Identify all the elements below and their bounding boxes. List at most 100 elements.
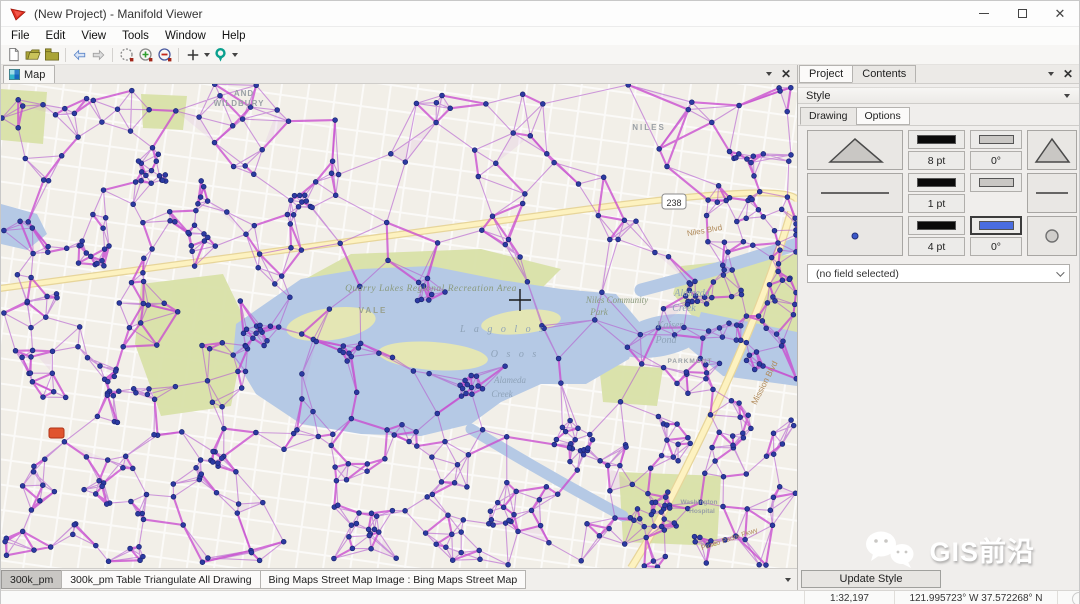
- maximize-button[interactable]: [1003, 1, 1041, 26]
- open-project-button[interactable]: [23, 46, 42, 64]
- toolbar-separator: [65, 47, 66, 62]
- line-sample-icon: [821, 192, 889, 194]
- field-selector-dropdown[interactable]: (no field selected): [807, 264, 1070, 283]
- zoom-box-button[interactable]: [117, 46, 136, 64]
- new-file-icon: [9, 47, 19, 62]
- point-stroke-color-button[interactable]: [908, 216, 965, 235]
- point-style-button[interactable]: [807, 216, 903, 256]
- tab-contents-label: Contents: [862, 68, 907, 80]
- menu-tools[interactable]: Tools: [114, 29, 157, 43]
- map-canvas[interactable]: 238 AND WILDBURY NILES VALE Quarry Lakes Regi…: [1, 84, 797, 568]
- area-rotation-button[interactable]: 0°: [970, 151, 1022, 170]
- area-stroke-color-button[interactable]: [908, 130, 965, 149]
- subtab-options-label: Options: [864, 110, 901, 122]
- zoom-in-icon: [138, 47, 152, 61]
- close-button[interactable]: ✕: [1041, 1, 1079, 26]
- area-preview-button[interactable]: [1027, 130, 1077, 170]
- panel-empty-space: [798, 283, 1079, 568]
- forward-button[interactable]: [89, 46, 108, 64]
- locate-dropdown[interactable]: [230, 46, 239, 64]
- layer-tab-bing[interactable]: Bing Maps Street Map Image : Bing Maps S…: [259, 570, 527, 589]
- point-stroke-swatch: [917, 221, 956, 230]
- svg-text:238: 238: [666, 198, 681, 208]
- point-size-button[interactable]: 4 pt: [908, 237, 965, 256]
- menu-view[interactable]: View: [73, 29, 114, 43]
- menu-file[interactable]: File: [3, 29, 38, 43]
- zoom-out-icon: [157, 47, 171, 61]
- line-rotation-placeholder: [970, 194, 1022, 213]
- maximize-icon: [1017, 9, 1027, 18]
- tab-project[interactable]: Project: [799, 65, 854, 83]
- point-fill-swatch: [978, 221, 1014, 230]
- layer-tab-triangulate[interactable]: 300k_pm Table Triangulate All Drawing: [61, 570, 261, 589]
- line-size-button[interactable]: 1 pt: [908, 194, 965, 213]
- layer-tab-label: Bing Maps Street Map Image : Bing Maps S…: [268, 573, 518, 586]
- line-style-button[interactable]: [807, 173, 903, 213]
- forward-arrow-icon: [92, 49, 105, 60]
- locate-button[interactable]: [211, 46, 230, 64]
- zoom-out-button[interactable]: [155, 46, 174, 64]
- toolbar-separator: [112, 47, 113, 62]
- layer-tab-300k-pm[interactable]: 300k_pm: [1, 570, 63, 589]
- watermark-ring-icon: [1072, 592, 1079, 604]
- map-panel: Map ✕ 238 AND WILDBURY NILES VALE Quarry Lake…: [1, 65, 798, 590]
- point-preview-button[interactable]: [1027, 216, 1077, 256]
- subtab-options[interactable]: Options: [855, 107, 910, 125]
- area-fill-color-button[interactable]: [970, 130, 1022, 149]
- style-grid: 8 pt 0° 1 pt 4 pt 0°: [807, 130, 1079, 256]
- layer-list-dropdown-icon[interactable]: [785, 578, 791, 582]
- zoom-in-button[interactable]: [136, 46, 155, 64]
- chevron-down-icon: [1056, 267, 1065, 277]
- update-style-button[interactable]: Update Style: [801, 570, 941, 588]
- close-tab-icon[interactable]: ✕: [781, 68, 791, 80]
- point-fill-color-button[interactable]: [970, 216, 1022, 235]
- pane-tab-bar: Project Contents ✕: [798, 65, 1079, 84]
- area-style-button[interactable]: [807, 130, 903, 170]
- menu-window[interactable]: Window: [157, 29, 214, 43]
- line-stroke-color-button[interactable]: [908, 173, 965, 192]
- style-section-header[interactable]: Style: [798, 87, 1079, 104]
- subtab-drawing[interactable]: Drawing: [800, 107, 857, 125]
- close-icon: ✕: [1054, 6, 1066, 21]
- minimize-button[interactable]: [965, 1, 1003, 26]
- area-fill-swatch: [978, 135, 1014, 144]
- menu-bar: File Edit View Tools Window Help: [1, 27, 1079, 45]
- map-rendering: 238ANDWILDBURYNILESVALEQuarry Lakes Regi…: [1, 84, 797, 568]
- toolbar-separator: [178, 47, 179, 62]
- tab-map[interactable]: Map: [3, 65, 56, 83]
- field-selector-value: (no field selected): [816, 267, 899, 280]
- line-fill-color-button[interactable]: [970, 173, 1022, 192]
- import-button[interactable]: [42, 46, 61, 64]
- add-component-button[interactable]: [183, 46, 202, 64]
- toolbar: [1, 45, 1079, 65]
- update-row: Update Style: [798, 568, 1079, 590]
- line-fill-swatch: [978, 178, 1014, 187]
- area-size-button[interactable]: 8 pt: [908, 151, 965, 170]
- line-stroke-swatch: [917, 178, 956, 187]
- menu-edit[interactable]: Edit: [38, 29, 74, 43]
- menu-help[interactable]: Help: [214, 29, 254, 43]
- open-folder-icon: [25, 49, 41, 60]
- point-sample-icon: [851, 232, 859, 240]
- map-tab-label: Map: [24, 68, 46, 81]
- status-coordinates[interactable]: 121.995723° W 37.572268° N: [894, 591, 1057, 604]
- minimize-icon: [979, 13, 989, 14]
- tab-project-label: Project: [809, 68, 844, 80]
- status-scale[interactable]: 1:32,197: [804, 591, 894, 604]
- tab-list-dropdown-icon[interactable]: [765, 72, 772, 76]
- line-preview-button[interactable]: [1027, 173, 1077, 213]
- close-pane-icon[interactable]: ✕: [1063, 68, 1073, 80]
- back-arrow-icon: [73, 49, 86, 60]
- tab-contents[interactable]: Contents: [852, 65, 917, 83]
- chevron-down-icon: [1064, 93, 1070, 98]
- point-rotation-button[interactable]: 0°: [970, 237, 1022, 256]
- back-button[interactable]: [70, 46, 89, 64]
- add-component-dropdown[interactable]: [202, 46, 211, 64]
- new-project-button[interactable]: [4, 46, 23, 64]
- status-bar: 1:32,197 121.995723° W 37.572268° N: [1, 590, 1079, 604]
- layer-tab-bar: 300k_pm 300k_pm Table Triangulate All Dr…: [1, 568, 797, 590]
- closed-folder-icon: [44, 48, 59, 61]
- chevron-down-icon: [203, 52, 210, 57]
- pane-dropdown-icon[interactable]: [1047, 72, 1054, 76]
- area-preview-icon: [1034, 137, 1071, 163]
